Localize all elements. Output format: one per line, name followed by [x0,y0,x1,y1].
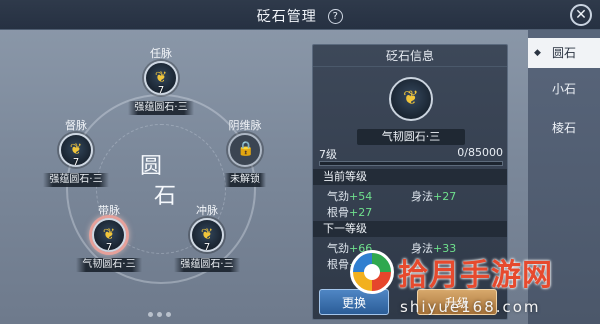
stone-level: 7 [203,242,211,253]
tab-label: 圆石 [551,46,576,60]
stone-name-plate: 强蕴圆石·三 [43,173,109,187]
stone-medal[interactable]: ❦ 7 [59,133,93,168]
meridian-name: 冲脉 [196,204,218,217]
close-icon[interactable]: ✕ [570,4,592,26]
meridian-slot-dai[interactable]: 带脉 ❦ 7 气韧圆石·三 [54,203,164,272]
tab-xiaoshi[interactable]: 小石 [528,74,600,104]
swap-button[interactable]: 更换 [319,289,389,315]
stat-next-qijin: 气劲+66 [327,242,373,255]
stone-medal[interactable]: ❦ 7 [144,61,178,96]
stone-management-panel: 砭石管理 ? ✕ 圆 石 任脉 ❦ 7 强蕴圆石·三 督脉 ❦ 7 强蕴圆石·三… [0,0,600,324]
locked-label: 未解锁 [224,173,266,187]
meridian-name: 督脉 [65,119,87,132]
stone-type-tabs: ◆ 圆石 小石 棱石 [528,30,600,324]
exp-progress-bar [319,161,503,166]
meridian-name: 带脉 [98,204,120,217]
gold-lotus-gem-icon: ❦ [154,68,168,86]
meridian-slot-yinwei[interactable]: 阴维脉 🔒 未解锁 [190,118,300,187]
selected-stone-medal: ❦ [389,77,433,121]
stone-level: 7 [157,85,165,96]
meridian-slot-ren[interactable]: 任脉 ❦ 7 强蕴圆石·三 [106,46,216,115]
stat-current-gengu: 根骨+27 [327,206,373,219]
exp-max: /85000 [464,146,503,159]
level-row: 7级 0/85000 [319,146,503,161]
page-dots [146,302,173,321]
question-mark-icon[interactable]: ? [328,8,344,24]
current-level-header: 当前等级 [313,169,507,185]
stone-medal-selected[interactable]: ❦ 7 [92,218,126,253]
title-wrap: 砭石管理 ? [0,6,600,26]
tab-yuanshi[interactable]: ◆ 圆石 [528,38,600,68]
stone-name-plate: 强蕴圆石·三 [128,101,194,115]
gold-lotus-gem-icon: ❦ [403,87,419,109]
stat-next-shenfa: 身法+33 [411,242,457,255]
gold-lotus-gem-icon: ❦ [102,225,116,243]
title-bar: 砭石管理 ? ✕ [0,0,600,30]
stone-level: 7 [105,242,113,253]
info-heading: 砭石信息 [313,45,507,67]
stone-name-plate: 气韧圆石·三 [76,258,142,272]
locked-medal[interactable]: 🔒 [228,133,262,167]
meridian-name: 阴维脉 [228,119,262,132]
level-label: 7级 [319,148,337,161]
tab-label: 棱石 [551,121,576,135]
stat-next-gengu: 根骨+33 [327,258,373,271]
meridian-slot-chong[interactable]: 冲脉 ❦ 7 强蕴圆石·三 [152,203,262,272]
selected-stone-name: 气韧圆石·三 [357,129,465,145]
upgrade-button[interactable]: 升级 [417,289,497,315]
stone-level: 7 [72,157,80,168]
exp-text: 0/85000 [457,146,503,159]
lock-icon: 🔒 [237,141,255,157]
meridian-name: 任脉 [150,47,172,60]
stone-info-panel: 砭石信息 ❦ 气韧圆石·三 7级 0/85000 当前等级 气劲+54 身法+2… [312,44,508,320]
next-level-header: 下一等级 [313,221,507,237]
gold-lotus-gem-icon: ❦ [69,140,83,158]
active-diamond-icon: ◆ [534,48,541,58]
meridian-slot-du[interactable]: 督脉 ❦ 7 强蕴圆石·三 [21,118,131,187]
stat-current-shenfa: 身法+27 [411,190,457,203]
gold-lotus-gem-icon: ❦ [200,225,214,243]
tab-lengshi[interactable]: 棱石 [528,113,600,143]
tab-label: 小石 [551,82,576,96]
stone-medal[interactable]: ❦ 7 [190,218,224,253]
stone-name-plate: 强蕴圆石·三 [174,258,240,272]
page-title: 砭石管理 [256,9,317,25]
meridian-wheel: 圆 石 任脉 ❦ 7 强蕴圆石·三 督脉 ❦ 7 强蕴圆石·三 阴维脉 🔒 未解… [0,30,306,324]
stat-current-qijin: 气劲+54 [327,190,373,203]
center-char-1: 圆 [140,154,163,179]
